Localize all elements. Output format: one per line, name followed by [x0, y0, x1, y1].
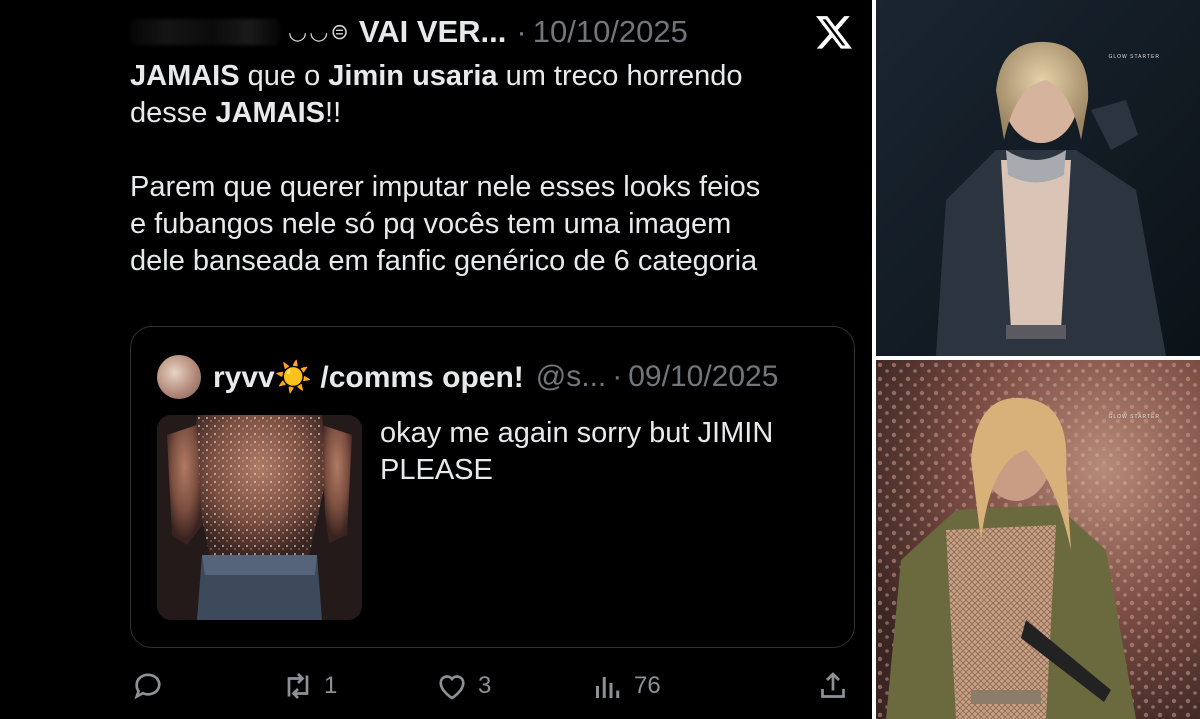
author-display-name[interactable]: VAI VER... — [359, 14, 507, 50]
like-button[interactable]: 3 — [434, 664, 491, 708]
emphasis-text: Jimin usaria — [328, 60, 498, 92]
photo-watermark: GLOW STARTER — [1108, 414, 1160, 420]
tweet-body: JAMAIS que o Jimin usaria um treco horre… — [130, 58, 850, 280]
share-icon — [821, 672, 845, 698]
views-button[interactable]: 76 — [590, 664, 661, 708]
reply-icon — [134, 673, 161, 700]
tweet-text-span: um treco horrendo — [497, 60, 743, 92]
heart-icon — [439, 675, 465, 700]
quoted-author-name[interactable]: ryvv☀️ /comms open! — [213, 360, 524, 395]
repost-icon — [287, 673, 309, 699]
quoted-author-handle[interactable]: @s... — [536, 360, 606, 394]
tweet-text-span: que o — [239, 60, 329, 92]
quoted-tweet-text: okay me again sorry but JIMIN PLEASE — [380, 417, 774, 486]
separator-dot: · — [612, 360, 623, 393]
redacted-username — [130, 19, 280, 45]
quoted-tweet-date[interactable]: 09/10/2025 — [628, 360, 778, 394]
tweet-text-span: !! — [325, 97, 342, 129]
quoted-author-avatar[interactable] — [157, 355, 201, 399]
torso-photo — [157, 415, 362, 620]
like-count: 3 — [478, 672, 492, 699]
quoted-tweet-image[interactable] — [157, 415, 362, 620]
tweet-text-span: desse — [130, 97, 216, 129]
quoted-tweet-card[interactable]: ryvv☀️ /comms open! @s... · 09/10/2025 o… — [130, 326, 855, 648]
tweet-line: JAMAIS que o Jimin usaria um treco horre… — [130, 58, 850, 95]
photo-collage: GLOW STARTER GLOW STARTER — [872, 0, 1200, 719]
views-icon — [596, 677, 620, 698]
performer-photo-top[interactable]: GLOW STARTER — [876, 0, 1200, 356]
tweet-panel: ◡◡⊜ VAI VER... · 10/10/2025 JAMAIS que o… — [0, 0, 872, 719]
tweet-line: Parem que querer imputar nele esses look… — [130, 171, 761, 203]
performer-photo-bottom[interactable]: GLOW STARTER — [876, 360, 1200, 719]
separator-dot: · — [516, 14, 527, 49]
emphasis-text: JAMAIS — [130, 60, 240, 92]
emphasis-text: JAMAIS — [215, 97, 326, 129]
share-button[interactable] — [815, 664, 851, 708]
tweet-action-bar: 1 3 76 — [0, 664, 872, 708]
tweet-line: desse JAMAIS!! — [130, 95, 850, 132]
tweet-line: e fubangos nele só pq vocês tem uma imag… — [130, 208, 732, 240]
reply-button[interactable] — [130, 664, 166, 708]
tweet-date[interactable]: 10/10/2025 — [533, 14, 688, 50]
repost-count: 1 — [324, 672, 338, 699]
tweet-line: dele banseada em fanfic genérico de 6 ca… — [130, 245, 758, 277]
repost-button[interactable]: 1 — [280, 664, 337, 708]
x-logo-icon[interactable] — [814, 12, 854, 52]
quoted-tweet-header: ryvv☀️ /comms open! @s... · 09/10/2025 — [157, 355, 778, 399]
tweet-header: ◡◡⊜ VAI VER... · 10/10/2025 — [130, 10, 688, 54]
views-count: 76 — [634, 672, 661, 699]
photo-watermark: GLOW STARTER — [1108, 54, 1160, 60]
name-emoji-row: ◡◡⊜ — [288, 19, 351, 44]
